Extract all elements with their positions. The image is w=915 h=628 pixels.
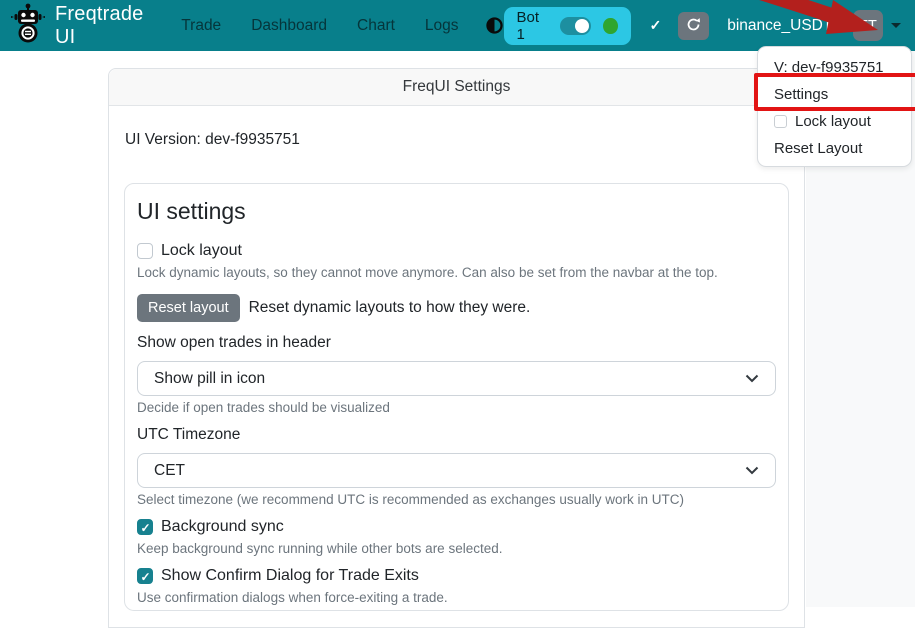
profile-menu-button[interactable]: FT	[853, 10, 883, 41]
navbar: Freqtrade UI Trade Dashboard Chart Logs …	[0, 0, 915, 51]
background-sync-row[interactable]: Background sync	[137, 518, 776, 536]
open-trades-value: Show pill in icon	[154, 370, 745, 388]
nav-item-logs[interactable]: Logs	[425, 17, 459, 35]
check-icon[interactable]: ✓	[650, 17, 662, 34]
card-title: FreqUI Settings	[109, 69, 804, 106]
caret-down-icon[interactable]	[891, 23, 901, 28]
timezone-value: CET	[154, 462, 745, 480]
profile-dropdown-menu: V: dev-f9935751 Settings Lock layout Res…	[757, 46, 912, 167]
lock-layout-checkbox[interactable]	[137, 243, 153, 259]
menu-item-lock-layout[interactable]: Lock layout	[758, 108, 911, 135]
chevron-down-icon	[745, 462, 759, 480]
lock-layout-label: Lock layout	[161, 242, 242, 260]
refresh-button[interactable]	[678, 12, 709, 40]
nav-item-trade[interactable]: Trade	[181, 17, 221, 35]
app-title: Freqtrade UI	[55, 3, 155, 49]
bot-name: Bot 1	[517, 9, 548, 43]
nav-item-dashboard[interactable]: Dashboard	[251, 17, 327, 35]
chevron-down-icon	[745, 370, 759, 388]
bot-selector-pill[interactable]: Bot 1	[504, 7, 631, 45]
confirm-dialog-label: Show Confirm Dialog for Trade Exits	[161, 567, 419, 585]
confirm-dialog-row[interactable]: Show Confirm Dialog for Trade Exits	[137, 567, 776, 585]
confirm-dialog-checkbox[interactable]	[137, 568, 153, 584]
background-sync-checkbox[interactable]	[137, 519, 153, 535]
menu-item-reset-layout[interactable]: Reset Layout	[758, 135, 911, 162]
main-nav: Trade Dashboard Chart Logs	[181, 17, 458, 35]
section-title: UI settings	[137, 198, 776, 225]
theme-toggle-icon[interactable]	[485, 16, 504, 35]
exchange-bot-label: binance_USDT1	[727, 17, 841, 35]
bot-enable-toggle[interactable]	[560, 17, 592, 35]
bot-online-dot	[603, 18, 617, 34]
open-trades-select[interactable]: Show pill in icon	[137, 361, 776, 396]
lock-layout-row[interactable]: Lock layout	[137, 242, 776, 260]
reset-layout-button[interactable]: Reset layout	[137, 294, 240, 322]
open-trades-help: Decide if open trades should be visualiz…	[137, 400, 776, 415]
settings-card: FreqUI Settings UI Version: dev-f9935751…	[108, 68, 805, 628]
background-sync-help: Keep background sync running while other…	[137, 541, 776, 556]
confirm-dialog-help: Use confirmation dialogs when force-exit…	[137, 590, 776, 605]
menu-item-version[interactable]: V: dev-f9935751	[758, 54, 911, 81]
lock-layout-menu-label: Lock layout	[795, 113, 871, 130]
timezone-help: Select timezone (we recommend UTC is rec…	[137, 492, 776, 507]
ui-version-text: UI Version: dev-f9935751	[125, 131, 789, 149]
brand[interactable]: Freqtrade UI	[10, 3, 155, 49]
reset-layout-row: Reset layout Reset dynamic layouts to ho…	[137, 294, 776, 322]
open-trades-label: Show open trades in header	[137, 334, 776, 352]
freqtrade-robot-icon	[10, 3, 46, 48]
nav-item-chart[interactable]: Chart	[357, 17, 395, 35]
lock-layout-help: Lock dynamic layouts, so they cannot mov…	[137, 265, 776, 280]
reset-layout-help: Reset dynamic layouts to how they were.	[249, 299, 531, 317]
lock-layout-menu-checkbox[interactable]	[774, 115, 787, 128]
menu-item-settings[interactable]: Settings	[758, 81, 911, 108]
card-body: UI Version: dev-f9935751 UI settings Loc…	[109, 106, 804, 626]
background-sync-label: Background sync	[161, 518, 284, 536]
timezone-select[interactable]: CET	[137, 453, 776, 488]
timezone-label: UTC Timezone	[137, 426, 776, 444]
ui-settings-section: UI settings Lock layout Lock dynamic lay…	[124, 183, 789, 611]
refresh-icon	[686, 17, 701, 35]
